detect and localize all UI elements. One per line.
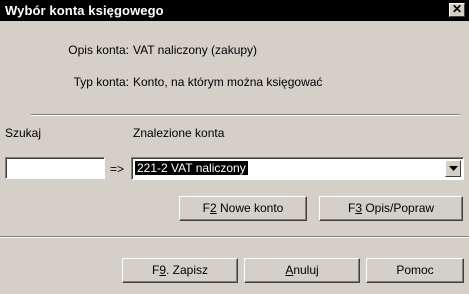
- account-description-label: Opis konta:: [68, 43, 129, 57]
- new-account-button-hotkey: 2: [209, 201, 217, 215]
- account-type-value: Konto, na którym można księgować: [133, 75, 323, 89]
- save-button-label: . Zapisz: [166, 263, 209, 277]
- account-description-value: VAT naliczony (zakupy): [133, 43, 258, 57]
- help-button[interactable]: Pomoc: [366, 258, 464, 283]
- account-type-label: Typ konta:: [73, 75, 129, 89]
- cancel-button[interactable]: Anuluj: [244, 258, 360, 283]
- help-button-label: Pomoc: [396, 263, 434, 277]
- chevron-down-icon[interactable]: [445, 160, 461, 177]
- arrow-indicator: =>: [110, 162, 125, 176]
- bottom-separator: [0, 236, 469, 238]
- edit-button-hotkey: 3: [355, 201, 362, 215]
- new-account-button-prefix: F: [202, 201, 210, 215]
- cancel-button-label: nuluj: [293, 263, 319, 277]
- selected-account: 221-2 VAT naliczony: [134, 160, 249, 176]
- search-label: Szukaj: [5, 126, 42, 140]
- found-accounts-label: Znalezione konta: [133, 126, 225, 140]
- edit-description-button[interactable]: F3 Opis/Popraw: [319, 196, 463, 221]
- new-account-button[interactable]: F2 Nowe konto: [179, 196, 307, 221]
- close-icon[interactable]: ✕: [449, 3, 465, 17]
- edit-button-label: Opis/Popraw: [362, 201, 435, 215]
- window-title: Wybór konta księgowego: [5, 3, 164, 18]
- separator: [31, 114, 460, 116]
- new-account-button-label: Nowe konto: [216, 201, 284, 215]
- search-input[interactable]: [5, 157, 105, 179]
- account-selection-dialog: Wybór konta księgowego ✕ Opis konta: VAT…: [0, 0, 469, 294]
- found-accounts-dropdown[interactable]: 221-2 VAT naliczony: [131, 157, 464, 180]
- save-button[interactable]: F9. Zapisz: [122, 258, 238, 283]
- save-button-hotkey: 9: [159, 263, 166, 277]
- title-bar: Wybór konta księgowego ✕: [0, 0, 469, 21]
